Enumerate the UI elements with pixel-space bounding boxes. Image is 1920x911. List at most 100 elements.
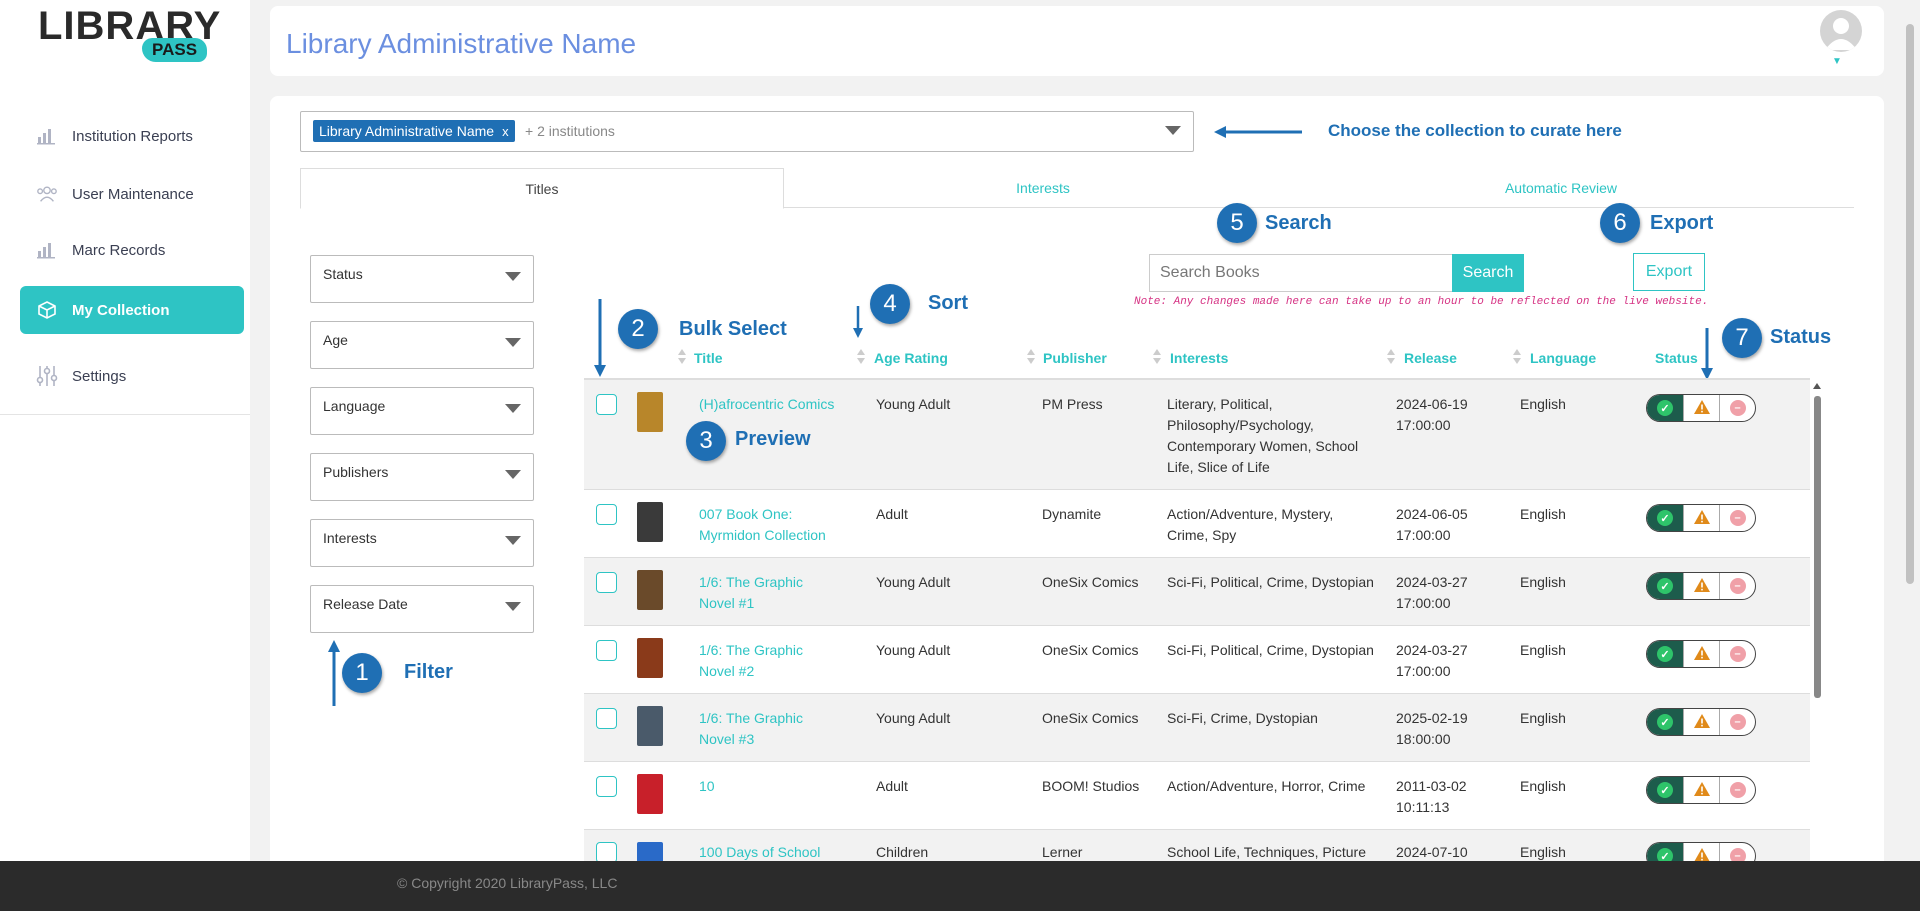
filter-age[interactable]: Age xyxy=(310,321,534,369)
status-approve[interactable]: ✓ xyxy=(1647,395,1683,421)
book-cover-thumbnail[interactable] xyxy=(637,842,663,861)
book-title-link[interactable]: 1/6: The Graphic Novel #2 xyxy=(699,640,839,682)
column-header-release[interactable]: Release xyxy=(1404,350,1457,366)
chevron-down-icon[interactable]: ▼ xyxy=(1832,56,1842,67)
filter-release-date[interactable]: Release Date xyxy=(310,585,534,633)
status-approve[interactable]: ✓ xyxy=(1647,843,1683,861)
column-header-publisher[interactable]: Publisher xyxy=(1043,350,1107,366)
filter-label: Publishers xyxy=(323,464,389,480)
sidebar-item-marc-records[interactable]: Marc Records xyxy=(20,226,244,274)
book-cover-thumbnail[interactable] xyxy=(637,502,663,542)
status-approve[interactable]: ✓ xyxy=(1647,573,1683,599)
status-approve[interactable]: ✓ xyxy=(1647,641,1683,667)
status-block[interactable]: – xyxy=(1719,641,1755,667)
sort-icon[interactable] xyxy=(1027,349,1035,367)
column-header-interests[interactable]: Interests xyxy=(1170,350,1228,366)
annotation-sort: Sort xyxy=(928,292,968,314)
book-title-link[interactable]: 10 xyxy=(699,776,839,797)
export-button[interactable]: Export xyxy=(1633,253,1705,291)
status-warning[interactable] xyxy=(1683,709,1719,735)
status-toggle[interactable]: ✓ – xyxy=(1646,842,1756,861)
book-title-link[interactable]: 007 Book One: Myrmidon Collection xyxy=(699,504,839,546)
status-warning[interactable] xyxy=(1683,641,1719,667)
status-warning[interactable] xyxy=(1683,573,1719,599)
status-toggle[interactable]: ✓ – xyxy=(1646,504,1756,532)
book-title-link[interactable]: 1/6: The Graphic Novel #3 xyxy=(699,708,839,750)
collection-select[interactable]: Library Administrative Name x + 2 instit… xyxy=(300,111,1194,152)
tab-bar: Titles Interests Automatic Review xyxy=(300,168,1854,209)
page-scrollbar-thumb[interactable] xyxy=(1906,24,1914,584)
status-block[interactable]: – xyxy=(1719,843,1755,861)
status-block[interactable]: – xyxy=(1719,395,1755,421)
filter-interests[interactable]: Interests xyxy=(310,519,534,567)
row-checkbox[interactable] xyxy=(596,842,617,861)
search-button[interactable]: Search xyxy=(1452,254,1524,292)
status-toggle[interactable]: ✓ – xyxy=(1646,708,1756,736)
book-cover-thumbnail[interactable] xyxy=(637,638,663,678)
book-cover-thumbnail[interactable] xyxy=(637,392,663,432)
row-checkbox[interactable] xyxy=(596,572,617,593)
filter-language[interactable]: Language xyxy=(310,387,534,435)
tab-titles[interactable]: Titles xyxy=(300,168,784,209)
status-warning[interactable] xyxy=(1683,777,1719,803)
sort-icon[interactable] xyxy=(678,349,686,367)
row-checkbox[interactable] xyxy=(596,394,617,415)
column-header-language[interactable]: Language xyxy=(1530,350,1596,366)
book-cover-thumbnail[interactable] xyxy=(637,570,663,610)
row-checkbox[interactable] xyxy=(596,776,617,797)
chevron-down-icon xyxy=(505,470,521,479)
annotation-choose-collection: Choose the collection to curate here xyxy=(1328,121,1622,140)
chevron-down-icon[interactable] xyxy=(1165,126,1181,135)
status-block[interactable]: – xyxy=(1719,573,1755,599)
tab-interests[interactable]: Interests xyxy=(784,168,1302,208)
book-cover-thumbnail[interactable] xyxy=(637,774,663,814)
column-header-age-rating[interactable]: Age Rating xyxy=(874,350,948,366)
column-header-title[interactable]: Title xyxy=(694,350,723,366)
sort-icon[interactable] xyxy=(1513,349,1521,367)
status-warning[interactable] xyxy=(1683,843,1719,861)
tab-automatic-review[interactable]: Automatic Review xyxy=(1302,168,1820,208)
book-title-link[interactable]: 100 Days of School xyxy=(699,842,859,861)
row-checkbox[interactable] xyxy=(596,640,617,661)
chip-remove-icon[interactable]: x xyxy=(502,124,509,139)
sidebar-item-settings[interactable]: Settings xyxy=(20,352,244,400)
scroll-up-icon[interactable] xyxy=(1813,383,1821,389)
collection-chip-label: Library Administrative Name xyxy=(319,123,495,139)
row-checkbox[interactable] xyxy=(596,708,617,729)
status-warning[interactable] xyxy=(1683,505,1719,531)
sort-icon[interactable] xyxy=(1153,349,1161,367)
sliders-icon xyxy=(36,365,58,387)
sidebar-item-user-maintenance[interactable]: User Maintenance xyxy=(20,170,244,218)
book-title-link[interactable]: (H)afrocentric Comics xyxy=(699,394,839,415)
copyright-text: © Copyright 2020 LibraryPass, LLC xyxy=(397,875,618,891)
status-approve[interactable]: ✓ xyxy=(1647,505,1683,531)
sort-icon[interactable] xyxy=(1387,349,1395,367)
filter-status[interactable]: Status xyxy=(310,255,534,303)
status-toggle[interactable]: ✓ – xyxy=(1646,572,1756,600)
book-title-link[interactable]: 1/6: The Graphic Novel #1 xyxy=(699,572,839,614)
book-cover-thumbnail[interactable] xyxy=(637,706,663,746)
check-icon: ✓ xyxy=(1657,714,1673,730)
sidebar-item-my-collection[interactable]: My Collection xyxy=(20,286,244,334)
table-scrollbar-thumb[interactable] xyxy=(1814,396,1821,698)
language: English xyxy=(1520,778,1566,794)
status-block[interactable]: – xyxy=(1719,777,1755,803)
status-block[interactable]: – xyxy=(1719,505,1755,531)
row-checkbox[interactable] xyxy=(596,504,617,525)
search-input[interactable] xyxy=(1149,254,1453,292)
release-date-value: 2024-03-27 xyxy=(1396,642,1468,658)
status-toggle[interactable]: ✓ – xyxy=(1646,394,1756,422)
status-toggle[interactable]: ✓ – xyxy=(1646,776,1756,804)
chevron-down-icon xyxy=(505,536,521,545)
status-approve[interactable]: ✓ xyxy=(1647,777,1683,803)
status-block[interactable]: – xyxy=(1719,709,1755,735)
avatar[interactable] xyxy=(1820,10,1862,52)
sidebar-item-institution-reports[interactable]: Institution Reports xyxy=(20,112,244,160)
filter-publishers[interactable]: Publishers xyxy=(310,453,534,501)
sort-icon[interactable] xyxy=(857,349,865,367)
status-warning[interactable] xyxy=(1683,395,1719,421)
arrow-down-icon xyxy=(853,306,863,338)
librarypass-logo[interactable]: LIBRARY PASS xyxy=(38,4,220,70)
status-toggle[interactable]: ✓ – xyxy=(1646,640,1756,668)
status-approve[interactable]: ✓ xyxy=(1647,709,1683,735)
